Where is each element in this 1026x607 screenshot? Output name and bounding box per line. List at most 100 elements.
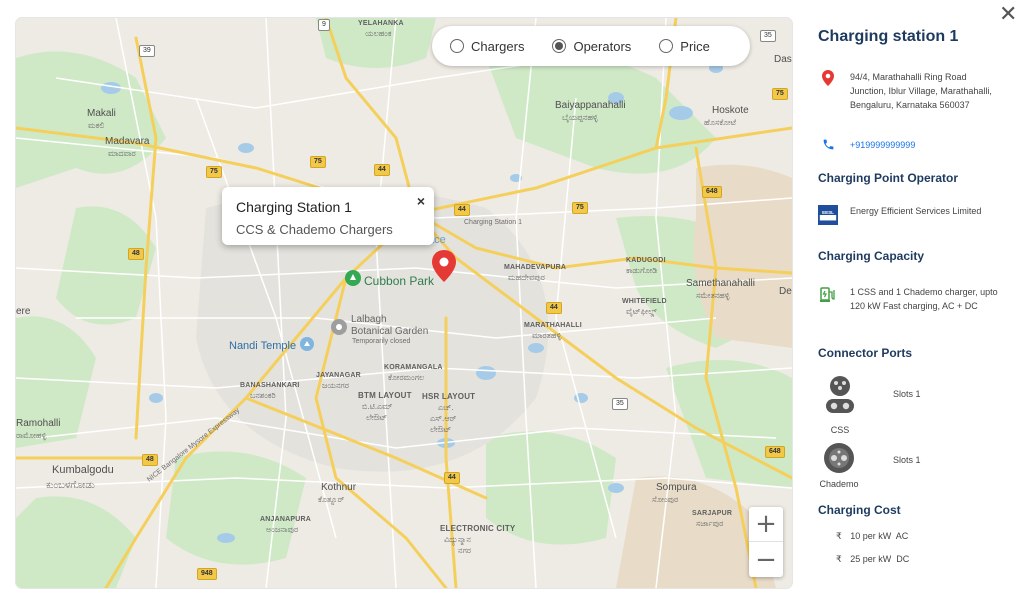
station-title: Charging station 1: [818, 28, 959, 45]
port-name: CSS: [830, 425, 850, 435]
port-item-css: CSS: [820, 374, 860, 435]
station-address: 94/4, Marathahalli Ring Road Junction, I…: [850, 72, 992, 110]
phone-link[interactable]: +919999999999: [850, 138, 915, 152]
place-label: ಸೋಂಪುರ: [652, 495, 679, 504]
place-label: Nandi Temple: [229, 340, 297, 352]
place-label: ಕಾಡುಗೋಡಿ: [626, 266, 658, 275]
rupee-icon: ₹: [836, 531, 842, 541]
place-label: HSR LAYOUT: [422, 392, 476, 401]
filter-option-price[interactable]: Price: [659, 39, 710, 54]
cost-text: 10 per kW AC: [850, 531, 909, 541]
place-label: SARJAPUR: [692, 510, 733, 517]
place-label: Lalbagh: [351, 314, 387, 325]
place-label: ELECTRONIC CITY: [440, 524, 516, 533]
highway-shield: 648: [702, 186, 722, 198]
filter-option-chargers[interactable]: Chargers: [450, 39, 524, 54]
place-label: ANJANAPURA: [260, 516, 312, 523]
phone-row: +919999999999: [818, 138, 998, 152]
rupee-icon: ₹: [836, 554, 842, 564]
park-pin-icon: [345, 270, 361, 286]
place-label: MARATHAHALLI: [524, 322, 582, 329]
place-label: ಮಹದೇವಪುರ: [508, 273, 545, 282]
info-window-close-button[interactable]: ×: [417, 193, 425, 209]
place-label: Makali: [87, 108, 116, 119]
map-view[interactable]: YELAHANKA ಯಲಹಂಕ Makali ಮಕಲಿ Madavara ಮಾದ…: [16, 18, 792, 588]
highway-shield: 75: [206, 166, 222, 178]
location-pin-icon: [818, 70, 838, 86]
place-label: MAHADEVAPURA: [504, 264, 567, 271]
place-label: ವೈಟ್‌ಫೀಲ್ಡ್: [626, 307, 657, 316]
place-label: ರಾಮೋಹಳ್ಳಿ: [16, 431, 47, 440]
ev-charger-icon: [818, 285, 838, 303]
place-label: Cubbon Park: [364, 274, 435, 288]
filter-option-label: Price: [680, 38, 710, 54]
radio-icon[interactable]: [450, 39, 464, 53]
place-label: Samethanahalli: [686, 278, 755, 289]
place-label: JAYANAGAR: [316, 372, 361, 379]
station-detail-panel: Charging station 1: [818, 28, 1008, 46]
place-label: ಬನಶಂಕರಿ: [250, 391, 276, 400]
place-label: Das: [774, 54, 792, 65]
filter-option-label: Chargers: [471, 38, 525, 54]
zoom-control: + −: [749, 507, 783, 577]
place-label: Kothnur: [321, 482, 357, 493]
eesl-logo: EESL: [818, 204, 838, 226]
place-label: ಮಾದವಾರ: [108, 149, 136, 158]
ports-heading: Connector Ports: [818, 346, 913, 360]
place-label: BANASHANKARI: [240, 382, 300, 389]
place-label: BTM LAYOUT: [358, 391, 412, 400]
port-slots: Slots 1: [893, 455, 921, 465]
highway-shield: 75: [310, 156, 326, 168]
highway-shield: 48: [128, 248, 144, 260]
place-label: ಕೋರಮಂಗಲ: [388, 373, 425, 382]
place-label: YELAHANKA: [358, 20, 404, 27]
zoom-out-button[interactable]: −: [749, 542, 783, 577]
cost-row: ₹ 10 per kW AC: [836, 531, 908, 542]
place-label: ಕೊತ್ನೂರ್: [318, 495, 345, 504]
highway-shield: 44: [546, 302, 562, 314]
place-label: Temporarily closed: [352, 338, 411, 345]
marker-map-label: Charging Station 1: [464, 219, 522, 226]
capacity-text: 1 CSS and 1 Chademo charger, upto 120 kW…: [850, 287, 998, 311]
highway-shield: 39: [139, 45, 155, 57]
filter-option-operators[interactable]: Operators: [552, 39, 631, 54]
place-label: ere: [16, 306, 31, 317]
place-label: ಹೊಸಕೋಟೆ: [704, 118, 737, 127]
highway-shield: 75: [772, 88, 788, 100]
highway-shield: 44: [454, 204, 470, 216]
radio-selected-icon[interactable]: [552, 39, 567, 53]
address-row: 94/4, Marathahalli Ring Road Junction, I…: [818, 70, 998, 112]
highway-shield: 44: [374, 164, 390, 176]
highway-shield: 35: [760, 30, 776, 42]
highway-shield: 35: [612, 398, 628, 410]
place-label: Madavara: [105, 136, 150, 147]
cost-heading: Charging Cost: [818, 503, 901, 517]
place-label: ಲೇಔಟ್: [430, 425, 452, 434]
place-label: Kumbalgodu: [52, 464, 114, 476]
place-label: Baiyappanahalli: [555, 100, 626, 111]
operator-heading: Charging Point Operator: [818, 171, 959, 185]
zoom-in-button[interactable]: +: [749, 507, 783, 542]
place-label: ಜಯನಗರ: [322, 381, 349, 390]
panel-close-button[interactable]: ✕: [999, 2, 1017, 27]
highway-shield: 75: [572, 202, 588, 214]
capacity-heading: Charging Capacity: [818, 249, 925, 263]
operator-row: EESL Energy Efficient Services Limited: [818, 204, 998, 226]
place-label: Ramohalli: [16, 418, 61, 429]
operator-name: Energy Efficient Services Limited: [850, 206, 982, 216]
place-label: ಅಂಜನಾಪುರ: [266, 525, 299, 534]
temple-pin-icon: [300, 337, 314, 351]
place-label: ಮಕಲಿ: [88, 121, 105, 130]
place-label: WHITEFIELD: [622, 298, 667, 305]
highway-shield: 648: [765, 446, 785, 458]
highway-shield: 948: [197, 568, 217, 580]
place-label: ವಿದ್ಯುನ್ಮಾನ: [444, 535, 471, 544]
place-label: Botanical Garden: [351, 326, 429, 337]
highway-shield: 9: [318, 19, 330, 31]
place-label: ಬೈಯಪ್ಪನಹಳ್ಳಿ: [562, 113, 598, 122]
chademo-connector-icon: [824, 443, 854, 473]
place-label: ಎಸ್.ಆರ್: [430, 414, 457, 423]
capacity-row: 1 CSS and 1 Chademo charger, upto 120 kW…: [818, 285, 998, 313]
radio-icon[interactable]: [659, 39, 674, 53]
place-label: KORAMANGALA: [384, 364, 443, 371]
